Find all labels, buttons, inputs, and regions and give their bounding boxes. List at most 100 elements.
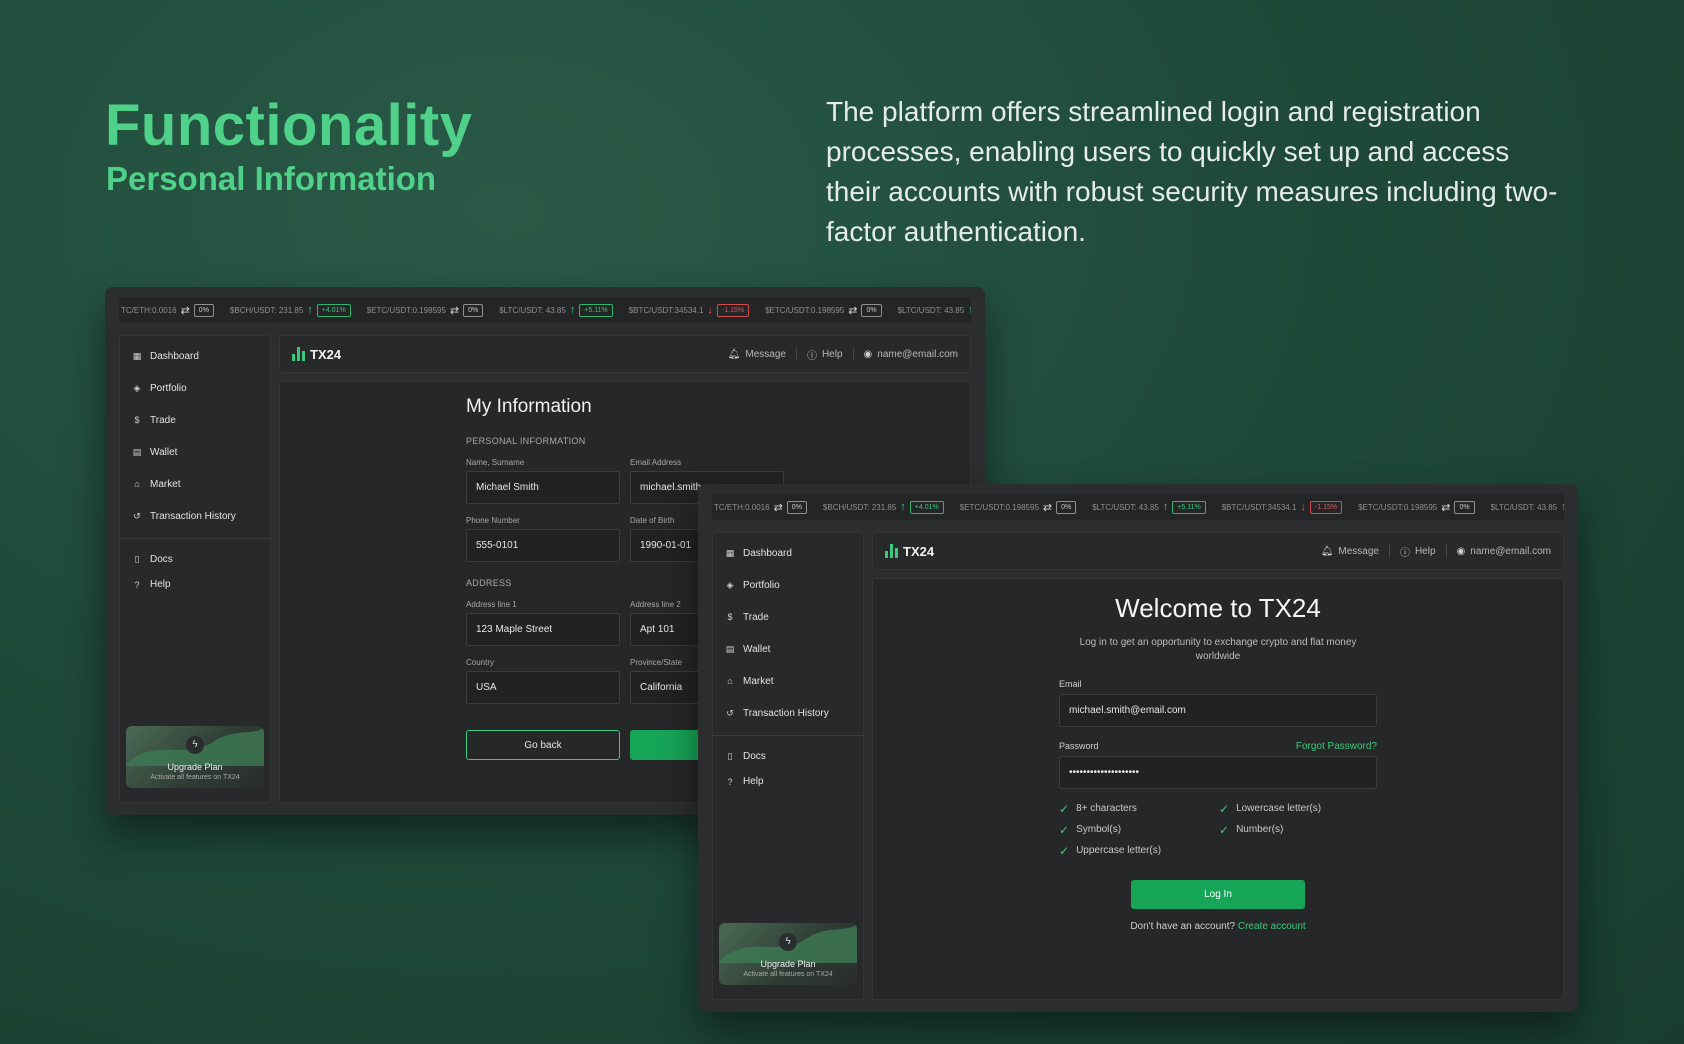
- ticker-change-badge: 0%: [1056, 500, 1077, 514]
- topbar-actions: 🔔︎ Message ⓘ Help ◉ name@email.com: [728, 347, 958, 362]
- price-ticker: TC/ETH:0.0016 ⇄ 0% $BCH/USDT: 231.85 ↑ +4.01%…: [712, 494, 1564, 520]
- sidebar-item-transaction-history[interactable]: ↺ Transaction History: [713, 697, 863, 729]
- sidebar-item-label: Transaction History: [150, 510, 236, 522]
- message-link[interactable]: 🔔︎ Message: [728, 349, 786, 360]
- bell-icon: 🔔︎: [1320, 545, 1334, 557]
- sidebar-item-label: Market: [150, 478, 181, 490]
- check-icon: ✓: [1059, 822, 1070, 837]
- create-account-link[interactable]: Create account: [1238, 921, 1306, 932]
- sidebar-item-portfolio[interactable]: ◈ Portfolio: [713, 569, 863, 601]
- trade-icon: $: [727, 612, 733, 622]
- sidebar-item-docs[interactable]: ▯ Docs: [713, 744, 863, 769]
- account-email: name@email.com: [877, 348, 958, 360]
- sidebar-secondary-nav: ▯ Docs? Help: [120, 547, 270, 597]
- ticker-item: $ETC/USDT:0.198595 ⇄ 0%: [765, 303, 882, 317]
- help-circle-icon: ⓘ: [806, 350, 817, 362]
- swap-icon: ⇄: [1441, 501, 1451, 514]
- form-title: My Information: [466, 396, 592, 417]
- history-icon: ↺: [726, 707, 734, 718]
- logo-text: TX24: [903, 543, 935, 559]
- user-circle-icon: ◉: [863, 348, 873, 360]
- check-icon: ✓: [1219, 801, 1230, 816]
- top-bar: TX24 🔔︎ Message ⓘ Help ◉ name@email.com: [279, 335, 971, 373]
- password-input[interactable]: ••••••••••••••••••••: [1059, 756, 1377, 789]
- requirement-item: ✓ Uppercase letter(s): [1059, 845, 1219, 857]
- upgrade-plan-card[interactable]: ϟ Upgrade Plan Activate all features on …: [719, 923, 857, 985]
- sidebar-item-label: Portfolio: [150, 382, 187, 394]
- topbar-separator: [1388, 544, 1390, 558]
- ticker-pair: $BCH/USDT: 231.85: [822, 502, 897, 512]
- user-circle-icon: ◉: [1456, 545, 1466, 557]
- history-icon: ↺: [133, 510, 141, 521]
- bolt-icon: ϟ: [186, 736, 204, 754]
- login-button[interactable]: Log In: [1131, 880, 1305, 909]
- upgrade-plan-card[interactable]: ϟ Upgrade Plan Activate all features on …: [126, 726, 264, 788]
- portfolio-icon: ◈: [726, 579, 734, 590]
- sidebar-item-market[interactable]: ⌂ Market: [713, 665, 863, 697]
- sidebar-item-label: Dashboard: [743, 547, 792, 559]
- forgot-password-link[interactable]: Forgot Password?: [1296, 741, 1377, 756]
- go-back-button[interactable]: Go back: [466, 730, 620, 760]
- ticker-item: $ETC/USDT:0.198595 ⇄ 0%: [960, 500, 1077, 514]
- price-ticker: TC/ETH:0.0016 ⇄ 0% $BCH/USDT: 231.85 ↑ +4.01%…: [119, 297, 971, 323]
- requirement-label: 8+ characters: [1076, 803, 1137, 814]
- account-email: name@email.com: [1470, 545, 1551, 557]
- docs-icon: ▯: [727, 751, 733, 761]
- sidebar-item-help[interactable]: ? Help: [713, 769, 863, 794]
- ticker-change-badge: 0%: [1454, 500, 1475, 514]
- top-bar: TX24 🔔︎ Message ⓘ Help ◉ name@email.com: [872, 532, 1564, 570]
- arrow-down-icon: ↓: [707, 304, 713, 316]
- login-form: Email michael.smith@email.com Password F…: [1059, 679, 1377, 932]
- email-input[interactable]: michael.smith@email.com: [1059, 694, 1377, 727]
- account-link[interactable]: ◉ name@email.com: [864, 349, 958, 360]
- sidebar-item-help[interactable]: ? Help: [120, 572, 270, 597]
- check-icon: ✓: [1219, 822, 1230, 837]
- sidebar-item-label: Help: [743, 776, 764, 787]
- arrow-up-icon: ↑: [968, 304, 971, 316]
- sidebar-item-docs[interactable]: ▯ Docs: [120, 547, 270, 572]
- arrow-up-icon: ↑: [307, 304, 313, 316]
- help-link[interactable]: ⓘ Help: [807, 347, 843, 362]
- requirement-item: ✓ 8+ characters: [1059, 803, 1219, 815]
- tx24-logo[interactable]: TX24: [292, 347, 341, 362]
- sidebar: ▦ Dashboard ◈ Portfolio $ Trade ▤ Wallet ⌂ Market…: [119, 335, 271, 803]
- tx24-logo[interactable]: TX24: [885, 544, 934, 559]
- sidebar-divider: [713, 735, 863, 736]
- sidebar-item-trade[interactable]: $ Trade: [120, 404, 270, 436]
- upgrade-title: Upgrade Plan: [760, 959, 816, 969]
- market-icon: ⌂: [134, 479, 140, 489]
- help-circle-icon: ⓘ: [1399, 547, 1410, 559]
- sidebar-item-label: Help: [150, 579, 171, 590]
- country-field[interactable]: USA: [466, 671, 620, 704]
- sidebar-item-wallet[interactable]: ▤ Wallet: [120, 436, 270, 468]
- name-field[interactable]: Michael Smith: [466, 471, 620, 504]
- help-icon: ?: [727, 776, 733, 787]
- sidebar-item-trade[interactable]: $ Trade: [713, 601, 863, 633]
- ticker-pair: $BTC/USDT:34534.1: [1221, 502, 1297, 512]
- topbar-separator: [852, 347, 854, 361]
- account-link[interactable]: ◉ name@email.com: [1457, 546, 1551, 557]
- topbar-separator: [795, 347, 797, 361]
- ticker-item: $LTC/USDT: 43.85↑+5.11: [898, 304, 971, 317]
- ticker-item: TC/ETH:0.0016 ⇄ 0%: [121, 303, 214, 317]
- swap-icon: ⇄: [848, 304, 858, 317]
- address1-field[interactable]: 123 Maple Street: [466, 613, 620, 646]
- sidebar-item-wallet[interactable]: ▤ Wallet: [713, 633, 863, 665]
- sidebar-item-portfolio[interactable]: ◈ Portfolio: [120, 372, 270, 404]
- sidebar-item-market[interactable]: ⌂ Market: [120, 468, 270, 500]
- ticker-pair: $ETC/USDT:0.198595: [366, 305, 446, 315]
- name-label: Name, Surname: [466, 458, 525, 467]
- sidebar-item-dashboard[interactable]: ▦ Dashboard: [120, 340, 270, 372]
- sidebar-item-transaction-history[interactable]: ↺ Transaction History: [120, 500, 270, 532]
- sidebar-item-dashboard[interactable]: ▦ Dashboard: [713, 537, 863, 569]
- message-link[interactable]: 🔔︎ Message: [1321, 546, 1379, 557]
- wallet-icon: ▤: [132, 446, 142, 457]
- dashboard-icon: ▦: [132, 350, 142, 361]
- ticker-pair: $BTC/USDT:34534.1: [628, 305, 704, 315]
- help-link[interactable]: ⓘ Help: [1400, 544, 1436, 559]
- market-icon: ⌂: [727, 676, 733, 686]
- bolt-icon: ϟ: [779, 933, 797, 951]
- signup-prompt: Don't have an account? Create account: [1059, 921, 1377, 932]
- phone-field[interactable]: 555-0101: [466, 529, 620, 562]
- ticker-change-badge: +4.01%: [316, 303, 351, 317]
